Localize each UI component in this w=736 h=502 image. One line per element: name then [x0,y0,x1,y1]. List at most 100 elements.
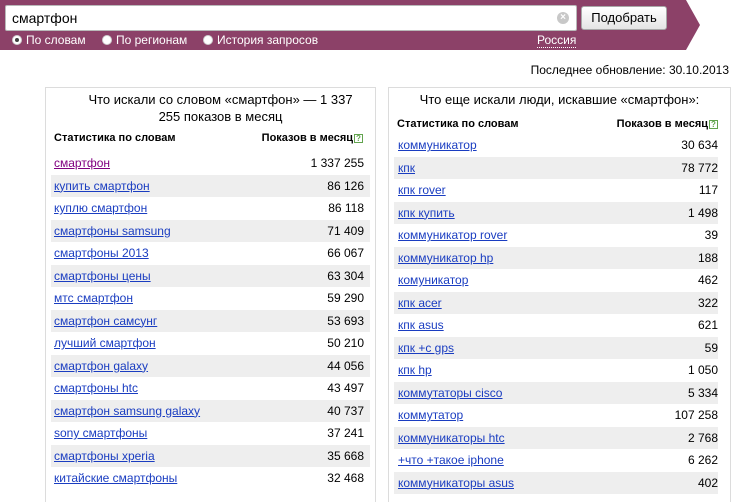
phrase-link[interactable]: куплю смартфон [54,201,147,215]
phrase-link[interactable]: коммуникатор [398,138,477,152]
table-row: смартфон 1 337 255 [51,152,370,175]
help-icon[interactable]: ? [709,120,718,129]
table-row: коммуникаторы asus 402 [394,471,718,494]
phrase-link[interactable]: кпк acer [398,296,442,310]
phrase-link[interactable]: лучший смартфон [54,336,156,350]
impressions-count: 44 056 [327,358,364,373]
left-table-header: Статистика по словам Показов в месяц? [46,130,375,146]
table-row: коммуникатор 30 634 [394,134,718,157]
phrase-link[interactable]: смартфоны цены [54,269,151,283]
impressions-count: 32 468 [327,471,364,485]
impressions-count: 5 334 [687,385,718,400]
table-row: кпк rover 117 [394,179,718,202]
left-panel-title: Что искали со словом «смартфон» — 1 337 … [88,92,353,124]
phrase-link[interactable]: +что +такое iphone [398,453,504,467]
phrase-link[interactable]: кпк asus [398,318,444,332]
impressions-count: 30 634 [681,138,718,152]
impressions-count: 6 262 [687,453,718,467]
radio-icon[interactable] [203,35,213,45]
phrase-link[interactable]: кпк hp [398,363,432,377]
help-icon[interactable]: ? [354,134,363,143]
table-row: кпк купить 1 498 [394,201,718,224]
phrase-link[interactable]: кпк купить [398,206,455,220]
table-row: коммуникатор hp 188 [394,246,718,269]
impressions-count: 322 [697,295,718,310]
table-row: смартфоны xperia 35 668 [51,444,370,467]
phrase-link[interactable]: смартфон самсунг [54,314,157,328]
column-count-header: Показов в месяц? [262,132,363,144]
impressions-count: 86 118 [328,201,364,215]
table-row: коммуникаторы htc 2 768 [394,426,718,449]
mode-label: По словам [26,33,86,47]
column-count-header: Показов в месяц? [617,118,718,130]
phrase-link[interactable]: смартфоны htc [54,381,138,395]
right-rows: коммуникатор 30 634 кпк 78 772 кпк rover 117 к… [389,134,730,494]
impressions-count: 621 [697,318,718,332]
phrase-link[interactable]: китайские смартфоны [54,471,177,485]
phrase-link[interactable]: смартфоны 2013 [54,246,149,260]
phrase-link[interactable]: мтс смартфон [54,291,133,305]
left-rows: смартфон 1 337 255 купить смартфон 86 126 ку… [46,152,375,490]
top-bar-arrow [686,0,700,50]
radio-icon[interactable] [102,35,112,45]
phrase-link[interactable]: коммутаторы cisco [398,386,502,400]
search-input[interactable] [12,9,552,27]
pick-button[interactable]: Подобрать [581,6,667,30]
impressions-count: 402 [697,475,718,490]
phrase-link[interactable]: кпк [398,161,415,175]
phrase-link[interactable]: sony смартфоны [54,426,147,440]
mode-by-words[interactable]: По словам [12,33,86,47]
impressions-count: 188 [697,250,718,265]
mode-label: По регионам [116,33,188,47]
table-row: коммутатор 107 258 [394,404,718,427]
phrase-link[interactable]: коммуникаторы asus [398,476,514,490]
phrase-link[interactable]: коммутатор [398,408,463,422]
clear-icon[interactable]: × [557,12,569,24]
top-bar: × Подобрать По словам По регионам Истори… [0,0,736,50]
table-row: смартфоны 2013 66 067 [51,242,370,265]
table-row: смартфоны htc 43 497 [51,377,370,400]
region-link[interactable]: Россия [537,33,577,48]
impressions-count: 63 304 [327,268,364,283]
table-row: кпк hp 1 050 [394,359,718,382]
table-row: смартфон samsung galaxy 40 737 [51,399,370,422]
impressions-count: 1 498 [687,205,718,220]
right-panel-title: Что еще искали люди, искавшие «смартфон»… [419,92,700,107]
phrase-link[interactable]: комуникатор [398,273,468,287]
table-row: куплю смартфон 86 118 [51,197,370,220]
phrase-link[interactable]: коммуникаторы htc [398,431,505,445]
table-row: кпк acer 322 [394,291,718,314]
phrase-link[interactable]: коммуникатор hp [398,251,493,265]
table-row: мтс смартфон 59 290 [51,287,370,310]
phrase-link[interactable]: смартфон [54,156,110,170]
phrase-link[interactable]: кпк rover [398,183,446,197]
impressions-count: 59 290 [327,291,364,305]
mode-by-regions[interactable]: По регионам [102,33,187,47]
phrase-link[interactable]: смартфоны xperia [54,449,155,463]
column-count-label: Показов в месяц [261,132,353,144]
impressions-count: 59 [704,340,718,355]
impressions-count: 1 050 [687,363,718,377]
phrase-link[interactable]: смартфоны samsung [54,224,171,238]
table-row: смартфоны samsung 71 409 [51,219,370,242]
mode-label: История запросов [217,33,319,47]
right-panel: Что еще искали люди, искавшие «смартфон»… [388,87,731,502]
table-row: лучший смартфон 50 210 [51,332,370,355]
mode-query-history[interactable]: История запросов [203,33,318,47]
impressions-count: 50 210 [327,336,364,350]
table-row: смартфон galaxy 44 056 [51,354,370,377]
impressions-count: 35 668 [327,448,364,463]
phrase-link[interactable]: смартфон galaxy [54,359,148,373]
table-row: китайские смартфоны 32 468 [51,467,370,490]
radio-checked-icon[interactable] [12,35,22,45]
impressions-count: 71 409 [327,223,364,238]
column-phrase-header: Статистика по словам [397,118,519,130]
phrase-link[interactable]: смартфон samsung galaxy [54,404,200,418]
phrase-link[interactable]: коммуникатор rover [398,228,507,242]
table-row: комуникатор 462 [394,269,718,292]
impressions-count: 78 772 [681,160,718,175]
phrase-link[interactable]: купить смартфон [54,179,150,193]
phrase-link[interactable]: кпк +с gps [398,341,454,355]
impressions-count: 2 768 [687,430,718,445]
last-updated: Последнее обновление: 30.10.2013 [530,63,729,77]
